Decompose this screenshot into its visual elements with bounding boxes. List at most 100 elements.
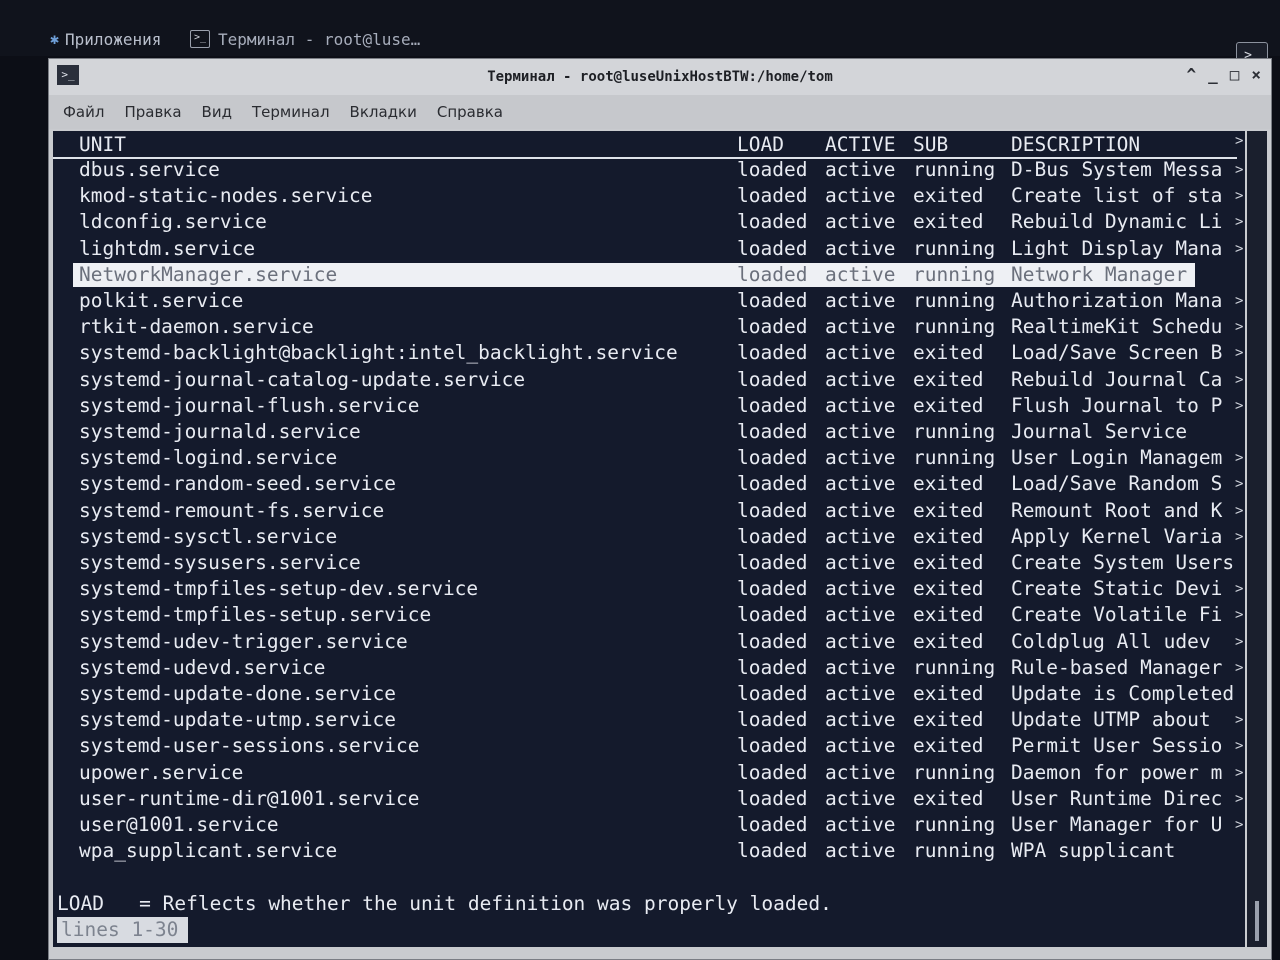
cell-sub: exited: [913, 341, 984, 365]
cell-description: WPA supplicant: [1011, 839, 1176, 863]
cell-sub: exited: [913, 472, 984, 496]
cell-unit: dbus.service: [79, 158, 220, 181]
cell-unit: lightdm.service: [79, 236, 256, 260]
cell-active: active: [825, 472, 896, 496]
maximize-button[interactable]: □: [1230, 65, 1240, 84]
table-row[interactable]: systemd-journal-catalog-update.service lo…: [53, 367, 1243, 393]
menu-view[interactable]: Вид: [202, 103, 232, 121]
cell-description: Journal Service: [1011, 420, 1188, 443]
menu-file[interactable]: Файл: [63, 103, 104, 121]
table-row[interactable]: systemd-udev-trigger.service loaded active…: [53, 629, 1243, 655]
cell-load: loaded: [737, 839, 808, 863]
cell-sub: running: [913, 315, 996, 339]
table-header: UNIT LOAD ACTIVE SUB DESCRIPTION >: [53, 131, 1243, 159]
cell-active: active: [825, 734, 896, 758]
cell-unit: wpa_supplicant.service: [79, 839, 338, 863]
cell-sub: exited: [913, 393, 984, 417]
table-row[interactable]: systemd-user-sessions.service loaded activ…: [53, 733, 1243, 759]
cell-load: loaded: [737, 210, 808, 234]
table-row[interactable]: dbus.service loaded active running D-Bus Sys…: [53, 157, 1243, 183]
more-indicator: >: [1235, 712, 1244, 729]
cell-unit: systemd-journal-flush.service: [79, 393, 420, 417]
table-row[interactable]: systemd-update-done.service loaded active e…: [53, 681, 1237, 707]
cell-load: loaded: [737, 734, 808, 758]
cell-load: loaded: [737, 708, 808, 732]
cell-description: Authorization Mana: [1011, 289, 1223, 312]
scrollbar[interactable]: [1247, 131, 1267, 947]
more-indicator: >: [1235, 397, 1244, 414]
table-row[interactable]: kmod-static-nodes.service loaded active exi…: [53, 183, 1243, 209]
cell-description: Update UTMP about: [1011, 708, 1211, 732]
cell-load: loaded: [737, 629, 808, 653]
table-row[interactable]: systemd-remount-fs.service loaded active ex…: [53, 498, 1243, 524]
cell-load: loaded: [737, 655, 808, 679]
table-row[interactable]: systemd-tmpfiles-setup-dev.service loaded…: [53, 576, 1243, 602]
table-row[interactable]: polkit.service loaded active running Authori…: [53, 288, 1243, 314]
menu-edit[interactable]: Правка: [124, 103, 181, 121]
menu-help[interactable]: Справка: [437, 103, 503, 121]
cell-unit: systemd-update-done.service: [79, 682, 396, 705]
cell-load: loaded: [737, 524, 808, 548]
shade-button[interactable]: ^: [1186, 65, 1196, 84]
cell-active: active: [825, 551, 896, 574]
close-button[interactable]: ×: [1251, 65, 1261, 84]
table-row[interactable]: user-runtime-dir@1001.service loaded activ…: [53, 786, 1243, 812]
cell-sub: running: [913, 813, 996, 836]
table-row[interactable]: systemd-random-seed.service loaded active e…: [53, 471, 1243, 497]
titlebar[interactable]: >_ Терминал - root@luseUnixHostBTW:/home…: [49, 59, 1271, 95]
cell-sub: exited: [913, 524, 984, 548]
table-row[interactable]: systemd-sysusers.service loaded active exit…: [53, 550, 1237, 576]
table-row[interactable]: wpa_supplicant.service loaded active runnin…: [53, 838, 1237, 864]
cell-unit: user-runtime-dir@1001.service: [79, 786, 420, 810]
terminal-output[interactable]: UNIT LOAD ACTIVE SUB DESCRIPTION > dbus.…: [53, 131, 1245, 947]
table-row[interactable]: lightdm.service loaded active running Light …: [53, 236, 1243, 262]
cell-description: Rebuild Journal Ca: [1011, 367, 1223, 391]
cell-active: active: [825, 577, 896, 601]
header-sub: SUB: [913, 133, 949, 156]
minimize-button[interactable]: _: [1208, 65, 1218, 84]
cell-load: loaded: [737, 551, 808, 574]
menu-tabs[interactable]: Вкладки: [350, 103, 417, 121]
more-indicator: >: [1235, 162, 1244, 178]
cell-active: active: [825, 262, 896, 286]
cell-load: loaded: [737, 472, 808, 496]
scrollbar-thumb[interactable]: [1255, 901, 1259, 941]
cell-sub: running: [913, 446, 996, 470]
cell-description: Remount Root and K: [1011, 498, 1223, 522]
table-row[interactable]: systemd-tmpfiles-setup.service loaded acti…: [53, 602, 1243, 628]
cell-active: active: [825, 786, 896, 810]
cell-active: active: [825, 367, 896, 391]
cell-unit: systemd-sysusers.service: [79, 551, 361, 574]
taskbar-terminal-label: Терминал - root@luse…: [218, 29, 421, 49]
cell-active: active: [825, 603, 896, 627]
cell-description: User Login Managem: [1011, 446, 1223, 470]
table-row[interactable]: systemd-sysctl.service loaded active exited…: [53, 524, 1243, 550]
cell-unit: upower.service: [79, 760, 244, 784]
table-row[interactable]: systemd-journal-flush.service loaded activ…: [53, 393, 1243, 419]
more-indicator: >: [1235, 581, 1244, 598]
table-row[interactable]: ldconfig.service loaded active exited Rebuil…: [53, 209, 1243, 235]
table-row[interactable]: systemd-journald.service loaded active runn…: [53, 419, 1237, 445]
table-row[interactable]: NetworkManager.service loaded active runnin…: [53, 262, 1237, 288]
cell-description: Apply Kernel Varia: [1011, 524, 1223, 548]
table-row[interactable]: systemd-udevd.service loaded active running…: [53, 655, 1243, 681]
cell-active: active: [825, 760, 896, 784]
table-row[interactable]: systemd-logind.service loaded active runnin…: [53, 445, 1243, 471]
more-indicator: >: [1235, 293, 1244, 309]
table-row[interactable]: rtkit-daemon.service loaded active running R…: [53, 314, 1243, 340]
cell-unit: systemd-remount-fs.service: [79, 498, 385, 522]
table-row[interactable]: user@1001.service loaded active running User…: [53, 812, 1243, 838]
cell-description: Permit User Sessio: [1011, 734, 1223, 758]
cell-description: User Runtime Direc: [1011, 786, 1223, 810]
table-row[interactable]: systemd-update-utmp.service loaded active e…: [53, 707, 1243, 733]
cell-unit: user@1001.service: [79, 813, 279, 836]
cell-load: loaded: [737, 498, 808, 522]
table-row[interactable]: upower.service loaded active running Daemon …: [53, 760, 1243, 786]
taskbar-terminal-button[interactable]: >_ Терминал - root@luse…: [190, 26, 420, 52]
menu-terminal[interactable]: Терминал: [252, 103, 330, 121]
table-row[interactable]: systemd-backlight@backlight:intel_backli…: [53, 340, 1243, 366]
cell-active: active: [825, 813, 896, 836]
cell-sub: exited: [913, 708, 984, 732]
applications-menu[interactable]: ✱ Приложения: [50, 26, 161, 52]
cell-sub: running: [913, 236, 996, 260]
